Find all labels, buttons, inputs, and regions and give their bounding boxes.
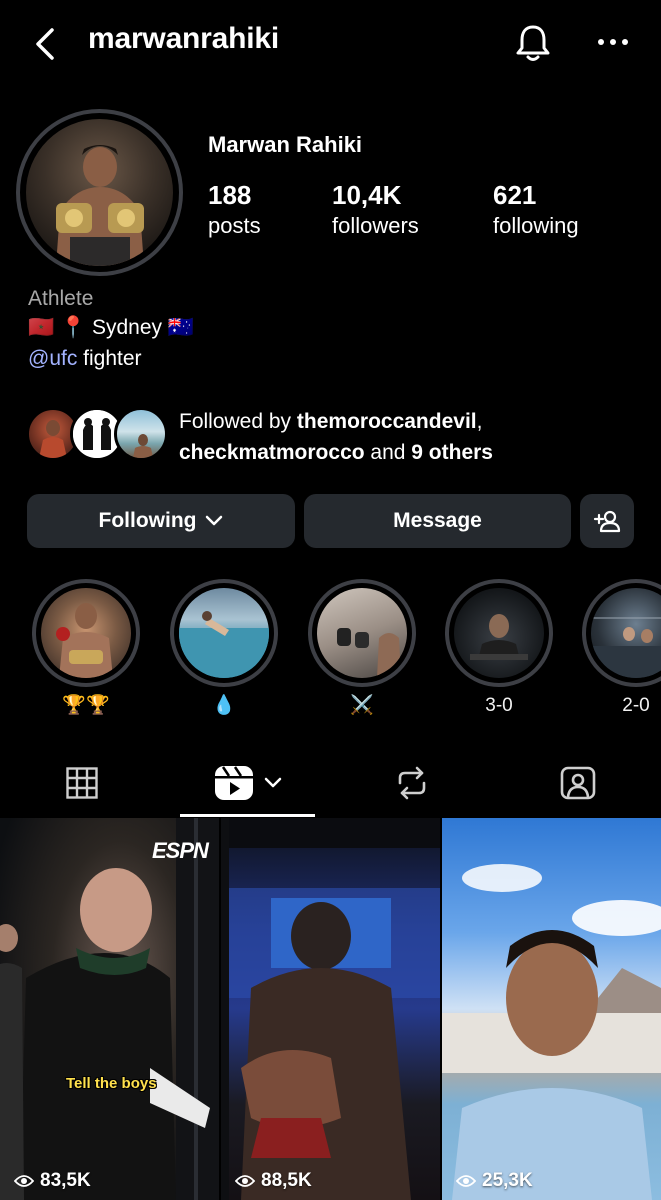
following-button[interactable]: Following [27,494,295,548]
more-options-icon[interactable] [595,36,631,48]
back-arrow-icon[interactable] [30,24,62,64]
highlight-label: 🏆🏆 [62,695,110,716]
eye-icon [235,1175,255,1187]
tagged-person-icon [560,766,596,800]
mutual-user-2[interactable]: checkmatmorocco [179,441,365,464]
highlight-image [454,588,544,678]
add-person-icon [593,510,621,533]
reels-icon [214,766,253,800]
tab-reposts[interactable] [370,750,454,816]
bio-location: 🇲🇦 📍 Sydney 🇦🇺 [28,316,194,339]
story-highlight[interactable]: 3-0 [445,579,553,719]
reel-tile[interactable]: 88,5K [221,818,440,1200]
message-button[interactable]: Message [304,494,571,548]
following-button-label: Following [98,509,197,532]
followers-stat[interactable]: 10,4K followers [332,180,419,239]
profile-page: marwanrahiki Marwan Rahiki 188 posts 10,… [0,0,661,1200]
bio-mention-link[interactable]: @ufc [28,347,77,370]
tab-posts-grid[interactable] [40,750,124,816]
reel-views: 88,5K [261,1170,312,1191]
reel-tile[interactable]: 25,3K [442,818,661,1200]
story-highlight[interactable]: ⚔️ [308,579,416,719]
mutual-user-1[interactable]: themoroccandevil [297,410,477,433]
highlight-label: ⚔️ [350,695,374,716]
following-label: following [493,213,579,238]
bio-text: fighter [77,347,142,370]
highlight-cover [445,579,553,687]
display-name: Marwan Rahiki [208,132,363,157]
chevron-down-icon [206,515,223,526]
top-bar: marwanrahiki [0,0,661,86]
highlight-image [591,588,661,678]
mutual-avatar [114,407,168,461]
highlight-label: 3-0 [485,695,513,716]
highlight-cover [582,579,661,687]
posts-count: 188 [208,180,252,210]
suggested-users-button[interactable] [580,494,634,548]
reel-view-count: 83,5K [14,1170,91,1192]
followers-label: followers [332,213,419,238]
posts-stat[interactable]: 188 posts [208,180,261,239]
reel-thumbnail [221,818,440,1200]
tab-reels[interactable] [180,750,315,816]
eye-icon [456,1175,476,1187]
highlight-label: 💧 [212,695,236,716]
story-highlight[interactable]: 🏆🏆 [32,579,140,719]
mutual-followers-avatars[interactable] [26,407,168,463]
following-count: 621 [493,180,537,210]
reel-thumbnail [442,864,661,1200]
reel-caption: Tell the boys [66,1075,157,1092]
followers-count: 10,4K [332,180,402,210]
message-button-label: Message [393,509,482,532]
profile-avatar[interactable] [16,109,183,276]
reels-grid: ESPN Tell the boys 83,5K 88,5K 25,3K [0,818,661,1200]
notification-bell-icon[interactable] [513,22,553,64]
highlight-image [41,588,131,678]
mutual-others-count[interactable]: 9 others [411,441,493,464]
highlight-label: 2-0 [622,695,650,716]
reel-view-count: 25,3K [456,1170,533,1192]
story-highlight[interactable]: 2-0 [582,579,661,719]
highlight-image [179,588,269,678]
followed-by-separator: , [476,410,483,433]
following-stat[interactable]: 621 following [493,180,579,239]
chevron-down-icon [264,777,281,788]
repost-icon [398,766,426,800]
active-tab-indicator [180,814,315,817]
grid-icon [66,767,98,799]
followed-by-and: and [364,441,412,464]
followed-by-text[interactable]: Followed by themoroccandevil, checkmatmor… [179,406,649,468]
espn-logo: ESPN [152,838,209,863]
profile-content-tabs [0,750,661,818]
posts-label: posts [208,213,261,238]
highlight-cover [170,579,278,687]
reel-view-count: 88,5K [235,1170,312,1192]
reel-thumbnail [0,818,219,1200]
reel-tile[interactable]: ESPN Tell the boys 83,5K [0,818,219,1200]
tab-tagged[interactable] [536,750,620,816]
followed-by-prefix: Followed by [179,410,297,433]
highlight-image [317,588,407,678]
profile-category: Athlete [28,287,94,310]
highlight-cover [308,579,416,687]
bio-line-2: @ufc fighter [28,347,142,371]
highlight-cover [32,579,140,687]
eye-icon [14,1175,34,1187]
reel-views: 83,5K [40,1170,91,1191]
story-highlight[interactable]: 💧 [170,579,278,719]
avatar-image [26,119,173,266]
profile-username: marwanrahiki [88,22,280,55]
reel-views: 25,3K [482,1170,533,1191]
